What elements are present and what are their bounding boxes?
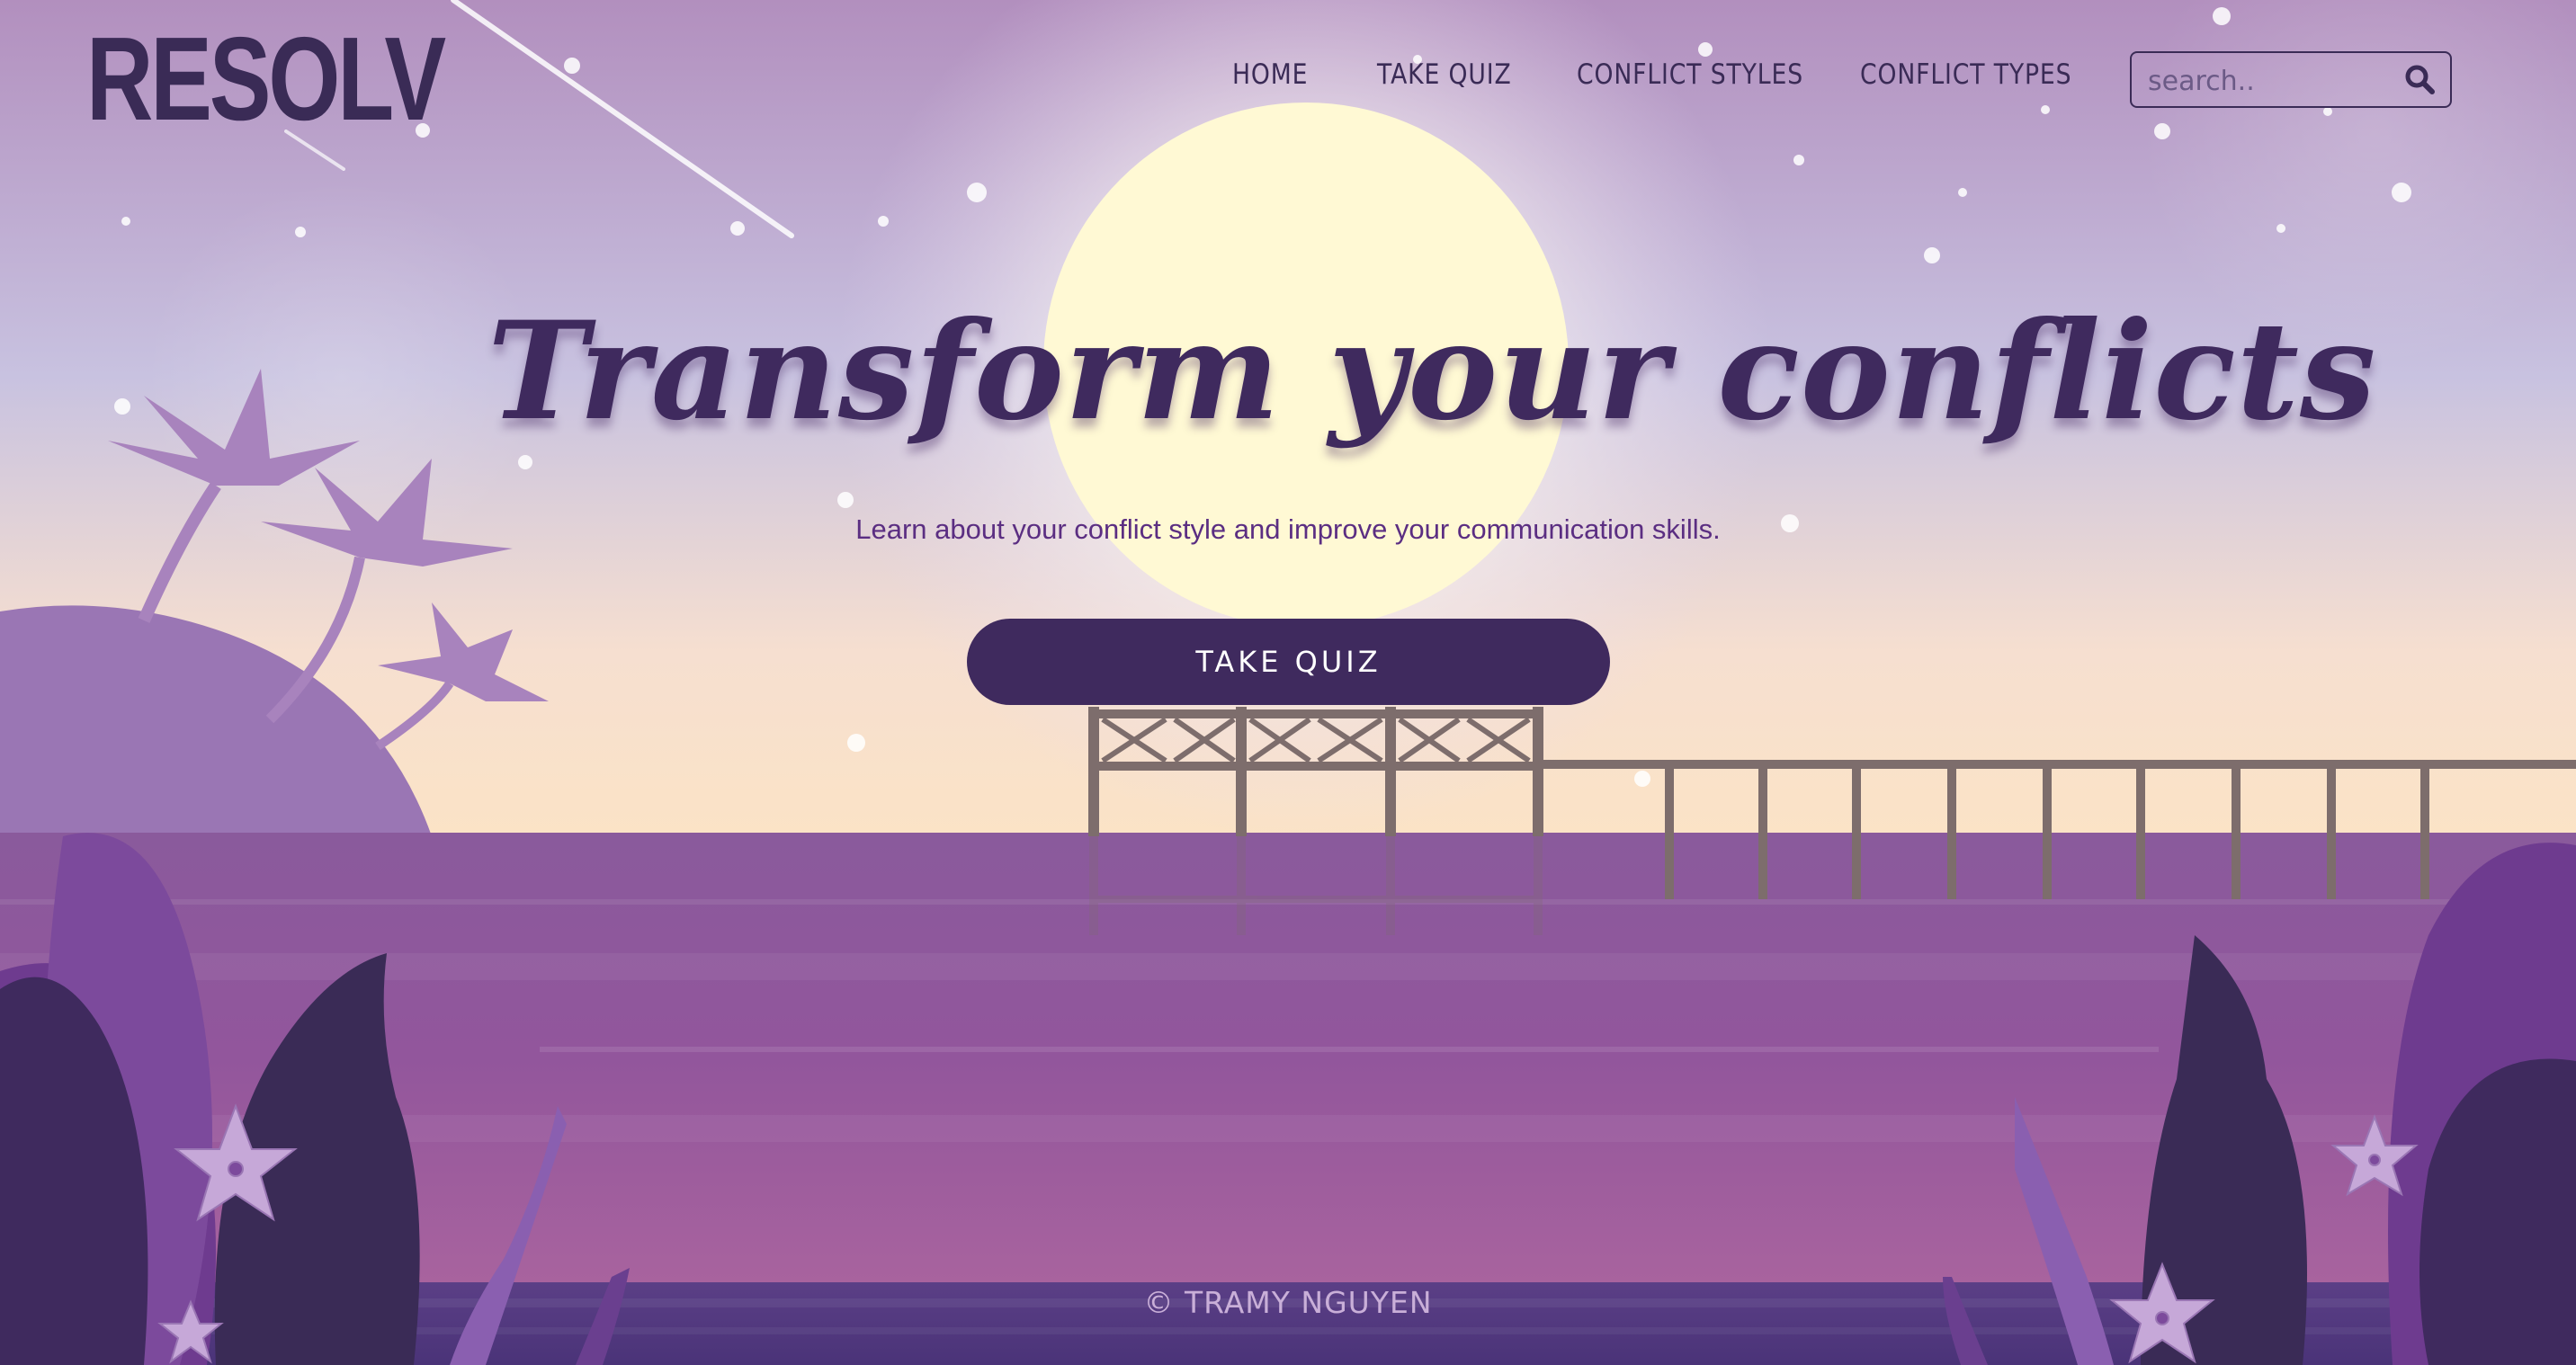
- site-logo[interactable]: RESOLV: [86, 20, 446, 138]
- nav-conflict-types[interactable]: CONFLICT TYPES: [1860, 61, 2071, 89]
- nav-take-quiz[interactable]: TAKE QUIZ: [1377, 61, 1512, 89]
- hero-title: Transform your conflicts: [487, 292, 2377, 451]
- search-icon[interactable]: [2400, 59, 2441, 101]
- footer-copyright: © TRAMY NGUYEN: [1143, 1285, 1433, 1320]
- take-quiz-button[interactable]: TAKE QUIZ: [967, 619, 1610, 705]
- nav-home[interactable]: HOME: [1232, 61, 1308, 89]
- hero-subtitle: Learn about your conflict style and impr…: [855, 513, 1721, 545]
- search-input[interactable]: [2146, 60, 2393, 102]
- nav-conflict-styles[interactable]: CONFLICT STYLES: [1577, 61, 1803, 89]
- search-box: [2130, 51, 2452, 108]
